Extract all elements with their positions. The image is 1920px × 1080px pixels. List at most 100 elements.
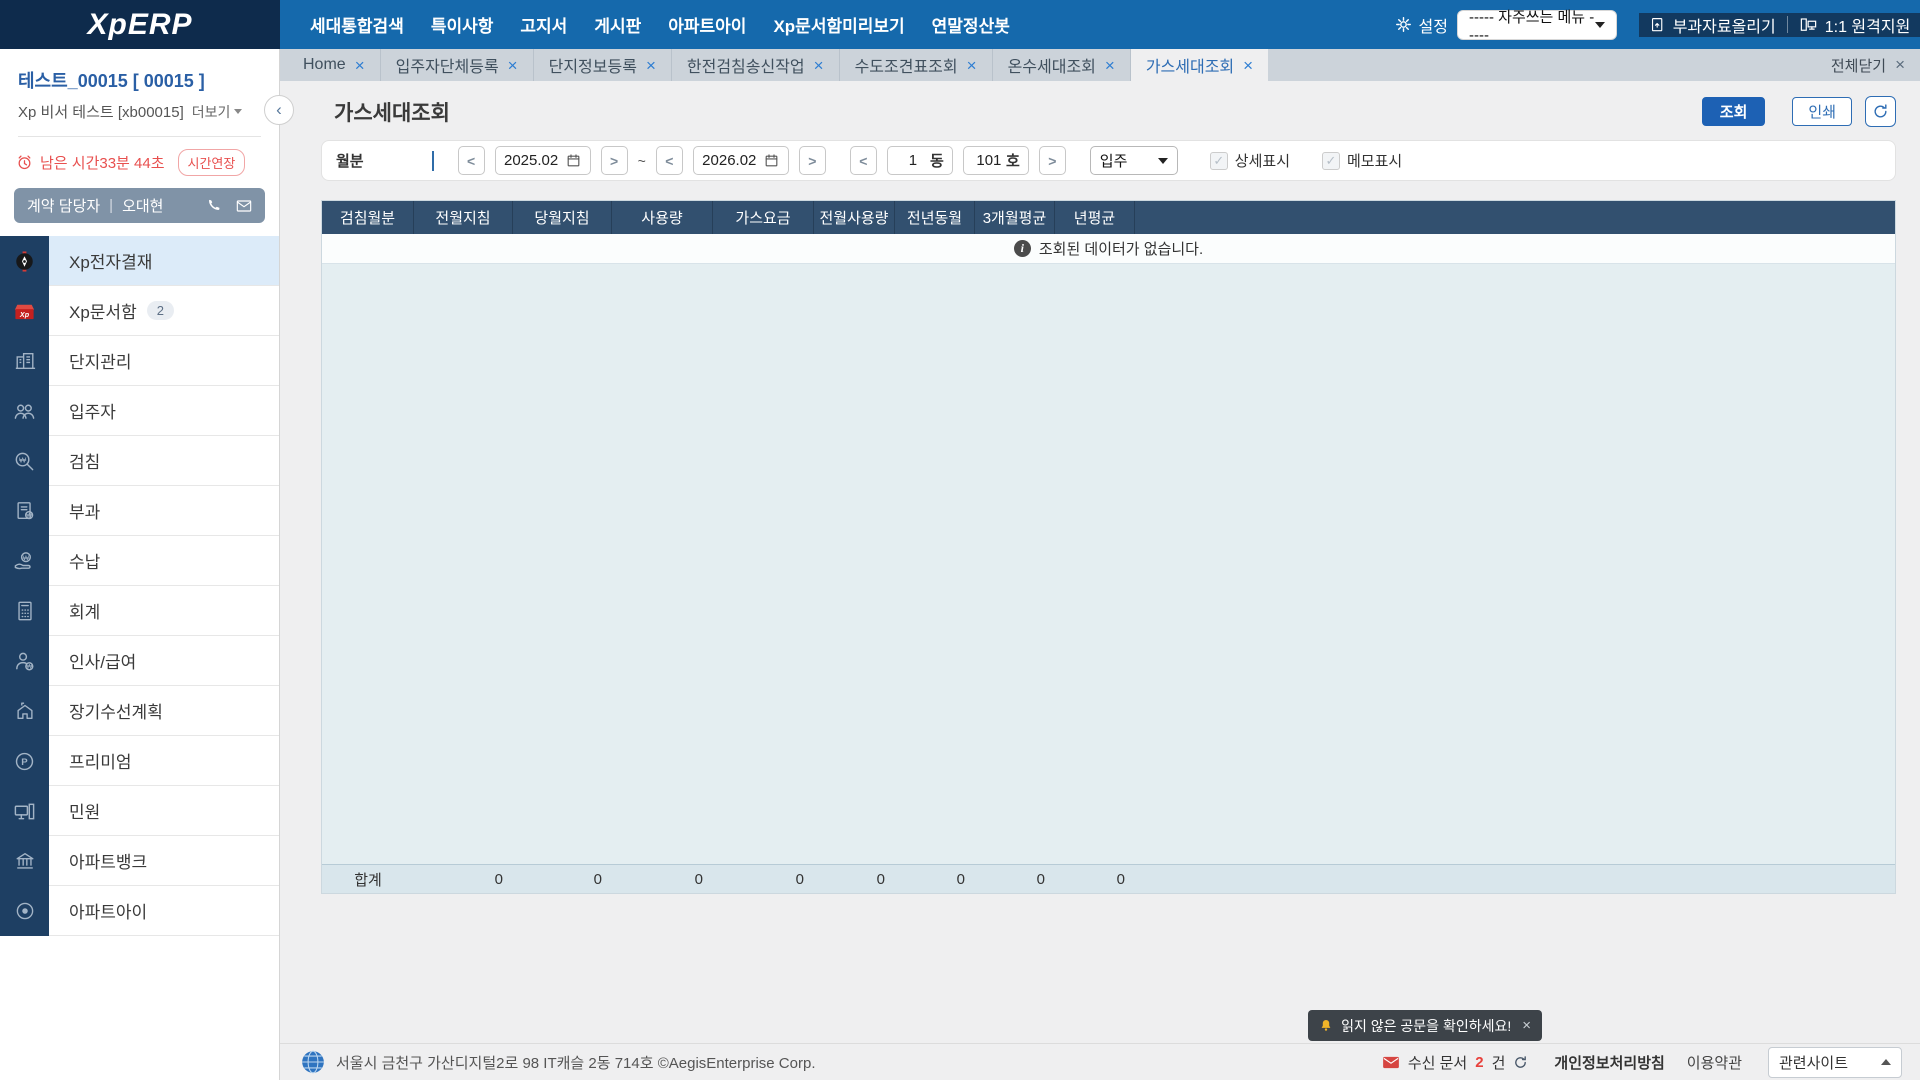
- refresh-button[interactable]: [1865, 96, 1896, 127]
- column-header[interactable]: 전년동월: [895, 201, 975, 234]
- footer-value: 0: [494, 870, 503, 888]
- tab-complex-info[interactable]: 단지정보등록 ×: [534, 49, 672, 81]
- tab-home[interactable]: Home ×: [280, 49, 381, 81]
- date-to-input[interactable]: 2026.02: [692, 146, 789, 175]
- sidebar-item-premium[interactable]: P 프리미엄: [0, 736, 279, 786]
- nav-item-household-search[interactable]: 세대통합검색: [310, 12, 404, 37]
- terms-link[interactable]: 이용약관: [1687, 1052, 1742, 1073]
- sidebar-item-label: 수납: [69, 553, 101, 572]
- received-docs-unit: 건: [1491, 1054, 1506, 1072]
- target-icon: [0, 886, 49, 936]
- page-title: 가스세대조회: [334, 101, 450, 125]
- calendar-icon[interactable]: [566, 153, 581, 168]
- close-icon[interactable]: ×: [646, 57, 656, 74]
- sidebar-item-apt-bank[interactable]: 아파트뱅크: [0, 836, 279, 886]
- date-from-prev-button[interactable]: <: [457, 146, 485, 175]
- nav-item-yearend-bot[interactable]: 연말정산봇: [932, 12, 1010, 37]
- more-button[interactable]: 더보기: [192, 102, 243, 122]
- occupancy-select[interactable]: 입주: [1089, 146, 1178, 175]
- related-sites-dropdown[interactable]: 관련사이트: [1768, 1046, 1902, 1078]
- nav-item-board[interactable]: 게시판: [594, 12, 641, 37]
- detail-checkbox-group: ✓ 상세표시: [1209, 150, 1290, 171]
- footer-total-label: 합계: [354, 871, 382, 889]
- received-docs-count[interactable]: 2: [1475, 1054, 1483, 1071]
- sidebar-item-e-approval[interactable]: Xp전자결재: [0, 236, 279, 286]
- favorites-dropdown[interactable]: ----- 자주쓰는 메뉴 -----: [1457, 9, 1617, 44]
- tab-resident-group[interactable]: 입주자단체등록 ×: [381, 49, 534, 81]
- date-from-input[interactable]: 2025.02: [494, 146, 591, 175]
- tab-kepco-transmit[interactable]: 한전검침송신작업 ×: [672, 49, 840, 81]
- close-icon[interactable]: ×: [967, 57, 977, 74]
- ho-input[interactable]: 101 호: [962, 146, 1029, 175]
- column-header[interactable]: 검침월분: [322, 201, 414, 234]
- toast-message: 읽지 않은 공문을 확인하세요!: [1341, 1017, 1512, 1034]
- phone-icon[interactable]: [206, 198, 221, 213]
- logo-area: XpERP: [0, 0, 280, 49]
- refresh-icon[interactable]: [1513, 1055, 1528, 1070]
- sidebar-item-civil-complaints[interactable]: 민원: [0, 786, 279, 836]
- chevron-right-icon: >: [808, 152, 817, 169]
- column-header-filler: [1135, 201, 1895, 234]
- close-icon[interactable]: ×: [1105, 57, 1115, 74]
- remote-support-button[interactable]: 1:1 원격지원: [1799, 13, 1910, 37]
- settings-group[interactable]: 설정: [1394, 13, 1448, 37]
- upload-billing-button[interactable]: 부과자료올리기: [1649, 13, 1776, 37]
- calendar-icon[interactable]: [764, 153, 779, 168]
- unread-notice-toast: 읽지 않은 공문을 확인하세요! ×: [1308, 1010, 1542, 1041]
- close-icon[interactable]: ×: [508, 57, 518, 74]
- unit-prev-button[interactable]: <: [849, 146, 877, 175]
- sidebar-collapse-button[interactable]: ‹: [264, 95, 294, 125]
- date-to-prev-button[interactable]: <: [655, 146, 683, 175]
- column-header[interactable]: 가스요금: [713, 201, 814, 234]
- svg-text:Xp: Xp: [19, 310, 30, 318]
- print-button[interactable]: 인쇄: [1792, 97, 1852, 126]
- sidebar-item-accounting[interactable]: 회계: [0, 586, 279, 636]
- received-docs-label[interactable]: 수신 문서: [1408, 1052, 1467, 1073]
- close-icon[interactable]: ×: [1243, 57, 1253, 74]
- close-icon[interactable]: ×: [355, 57, 365, 74]
- close-icon[interactable]: ×: [814, 57, 824, 74]
- memo-checkbox[interactable]: ✓: [1322, 151, 1340, 170]
- mail-icon[interactable]: [236, 199, 252, 213]
- column-header[interactable]: 3개월평균: [975, 201, 1055, 234]
- empty-state-row: i 조회된 데이터가 없습니다.: [322, 234, 1895, 264]
- column-header[interactable]: 사용량: [612, 201, 713, 234]
- sidebar-item-longterm-repair-plan[interactable]: 장기수선계획: [0, 686, 279, 736]
- close-all-tabs-button[interactable]: 전체닫기 ×: [1816, 49, 1920, 81]
- dong-input[interactable]: 1 동: [886, 146, 953, 175]
- nav-item-notice-bill[interactable]: 고지서: [520, 12, 567, 37]
- contact-name: 오대현: [122, 198, 164, 215]
- sidebar-item-residents[interactable]: 입주자: [0, 386, 279, 436]
- sidebar-item-meter-reading[interactable]: ₩ 검침: [0, 436, 279, 486]
- sidebar-item-apt-i[interactable]: 아파트아이: [0, 886, 279, 936]
- column-header[interactable]: 전월지침: [414, 201, 513, 234]
- date-from-next-button[interactable]: >: [600, 146, 628, 175]
- top-actions-panel: 부과자료올리기 1:1 원격지원: [1639, 12, 1920, 37]
- nav-item-docbox-preview[interactable]: Xp문서함미리보기: [773, 12, 904, 37]
- residents-icon: [0, 386, 49, 436]
- tab-gas-lookup[interactable]: 가스세대조회 ×: [1130, 49, 1269, 81]
- sidebar-item-collection[interactable]: ₩ 수납: [0, 536, 279, 586]
- column-header[interactable]: 전월사용량: [814, 201, 895, 234]
- company-address: 서울시 금천구 가산디지털2로 98 IT캐슬 2동 714호 ©AegisEn…: [336, 1054, 816, 1072]
- footer-value: 0: [1036, 870, 1045, 888]
- column-header[interactable]: 년평균: [1055, 201, 1135, 234]
- sidebar-item-hr-payroll[interactable]: ₩ 인사/급여: [0, 636, 279, 686]
- date-to-next-button[interactable]: >: [798, 146, 826, 175]
- sidebar-item-complex-mgmt[interactable]: 단지관리: [0, 336, 279, 386]
- tab-hotwater-lookup[interactable]: 온수세대조회 ×: [993, 49, 1131, 81]
- sidebar-item-billing[interactable]: ₩ 부과: [0, 486, 279, 536]
- sidebar-item-doc-box[interactable]: Xp Xp문서함 2: [0, 286, 279, 336]
- extend-time-button[interactable]: 시간연장: [177, 149, 246, 176]
- unit-next-button[interactable]: >: [1038, 146, 1066, 175]
- privacy-policy-link[interactable]: 개인정보처리방침: [1554, 1052, 1664, 1073]
- search-button[interactable]: 조회: [1701, 97, 1766, 126]
- tab-water-table[interactable]: 수도조견표조회 ×: [840, 49, 993, 81]
- close-icon[interactable]: ×: [1522, 1017, 1531, 1034]
- org-block: 테스트_00015 [ 00015 ] Xp 비서 테스트 [xb00015] …: [0, 49, 279, 137]
- column-header[interactable]: 당월지침: [513, 201, 612, 234]
- detail-checkbox[interactable]: ✓: [1209, 151, 1228, 170]
- nav-item-special-notes[interactable]: 특이사항: [431, 12, 494, 37]
- footer-value: 0: [593, 870, 602, 888]
- nav-item-apt-i[interactable]: 아파트아이: [668, 12, 746, 37]
